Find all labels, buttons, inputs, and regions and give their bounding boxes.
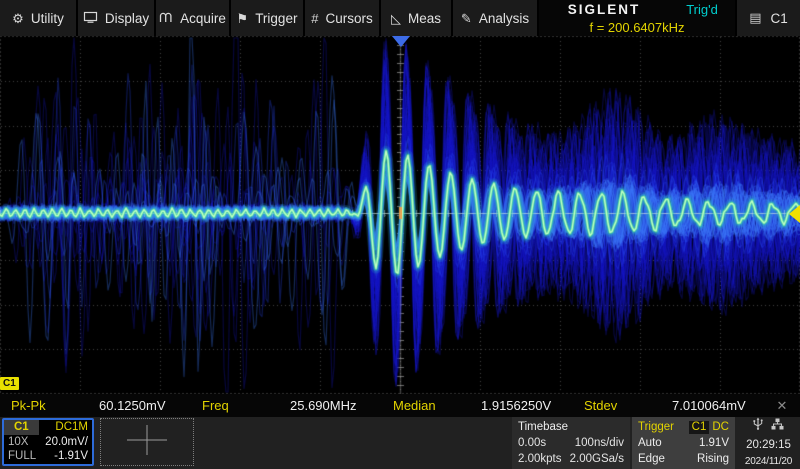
- timebase-panel[interactable]: Timebase 0.00s 100ns/div 2.00kpts 2.00GS…: [512, 417, 630, 469]
- measurement-value: 60.1250mV: [99, 398, 166, 413]
- menu-item-acquire[interactable]: Acquire: [156, 0, 229, 36]
- waveform-display[interactable]: [0, 36, 800, 394]
- channel-bandwidth: FULL: [8, 450, 36, 462]
- menu-item-label: Analysis: [479, 11, 529, 26]
- status-bar: C1 DC1M 10X 20.0mV/ FULL -1.91V Timebase…: [0, 417, 800, 469]
- timebase-memory: 2.00kpts: [518, 452, 561, 466]
- measurement-label: Stdev: [573, 398, 672, 413]
- acquire-icon: [159, 10, 173, 26]
- measurement-value: 7.010064mV: [672, 398, 746, 413]
- clock-time: 20:29:15: [746, 439, 791, 451]
- trigger-position-marker[interactable]: [392, 36, 410, 47]
- menu-item-label: Cursors: [325, 11, 372, 26]
- menu-bar: ⚙ Utility Display Acquire ⚑ Trigger # Cu…: [0, 0, 800, 36]
- channel-probe: 10X: [8, 436, 28, 448]
- measurement-value: 25.690MHz: [290, 398, 356, 413]
- lan-icon: [771, 417, 784, 435]
- brand-logo: SIGLENT: [539, 2, 669, 17]
- trigger-coupling: DC: [712, 420, 729, 434]
- clock-date: 2024/11/20: [745, 456, 792, 467]
- measurement-median[interactable]: Median 1.9156250V: [382, 394, 573, 417]
- add-channel-slot[interactable]: [100, 418, 194, 466]
- timebase-sample-rate: 2.00GSa/s: [570, 452, 624, 466]
- measurement-label: Freq: [191, 398, 290, 413]
- gear-icon: ⚙: [12, 12, 24, 25]
- channel-name: C1: [4, 420, 39, 435]
- trigger-source: C1: [689, 421, 710, 434]
- analysis-icon: ✎: [461, 12, 472, 25]
- trigger-panel[interactable]: Trigger C1 DC Auto 1.91V Edge Rising: [632, 417, 735, 469]
- active-channel-chip[interactable]: ▤ C1: [737, 0, 800, 36]
- plus-crosshair-icon: [124, 423, 170, 462]
- menu-item-trigger[interactable]: ⚑ Trigger: [231, 0, 303, 36]
- trigger-status: Trig'd: [669, 2, 735, 17]
- close-icon[interactable]: ✕: [764, 398, 800, 414]
- channel-scale: 20.0mV/: [45, 436, 88, 448]
- oscilloscope-screen: ⚙ Utility Display Acquire ⚑ Trigger # Cu…: [0, 0, 800, 469]
- display-icon: [83, 10, 98, 26]
- trigger-level: 1.91V: [699, 436, 729, 450]
- trigger-slope: Rising: [697, 452, 729, 466]
- timebase-delay: 0.00s: [518, 436, 546, 450]
- menu-item-analysis[interactable]: ✎ Analysis: [453, 0, 537, 36]
- channel-offset: -1.91V: [54, 450, 88, 462]
- meas-icon: ◺: [391, 12, 401, 25]
- measurement-bar: Pk-Pk 60.1250mV Freq 25.690MHz Median 1.…: [0, 394, 800, 417]
- menu-item-label: Trigger: [255, 11, 297, 26]
- measurement-value: 1.9156250V: [481, 398, 551, 413]
- menu-item-cursors[interactable]: # Cursors: [305, 0, 379, 36]
- menu-item-utility[interactable]: ⚙ Utility: [0, 0, 76, 36]
- cursors-icon: #: [311, 12, 318, 25]
- menu-item-display[interactable]: Display: [78, 0, 154, 36]
- measurement-label: Median: [382, 398, 481, 413]
- clock-panel: 20:29:15 2024/11/20: [737, 417, 800, 469]
- channel-offset-marker[interactable]: C1: [0, 377, 19, 390]
- channel-list-icon: ▤: [749, 10, 761, 26]
- trigger-icon: ⚑: [237, 12, 249, 25]
- status-cluster: SIGLENT Trig'd f = 200.6407kHz: [539, 0, 735, 36]
- channel-descriptor-c1[interactable]: C1 DC1M 10X 20.0mV/ FULL -1.91V: [2, 418, 94, 466]
- menu-item-label: Meas: [408, 11, 441, 26]
- timebase-title: Timebase: [518, 420, 568, 434]
- trigger-type: Edge: [638, 452, 665, 466]
- trigger-title: Trigger: [638, 420, 674, 434]
- timebase-scale: 100ns/div: [575, 436, 624, 450]
- measurement-label: Pk-Pk: [0, 398, 99, 413]
- measurement-freq[interactable]: Freq 25.690MHz: [191, 394, 382, 417]
- measurement-pkpk[interactable]: Pk-Pk 60.1250mV: [0, 394, 191, 417]
- channel-coupling: DC1M: [55, 421, 92, 433]
- menu-item-meas[interactable]: ◺ Meas: [381, 0, 451, 36]
- trigger-level-marker[interactable]: [789, 205, 800, 223]
- menu-item-label: Utility: [31, 11, 64, 26]
- measurement-stdev[interactable]: Stdev 7.010064mV: [573, 394, 764, 417]
- active-channel-label: C1: [771, 11, 788, 26]
- menu-item-label: Display: [105, 11, 149, 26]
- trigger-mode: Auto: [638, 436, 662, 450]
- usb-icon: [753, 417, 763, 435]
- frequency-counter: f = 200.6407kHz: [589, 20, 684, 35]
- menu-item-label: Acquire: [180, 11, 226, 26]
